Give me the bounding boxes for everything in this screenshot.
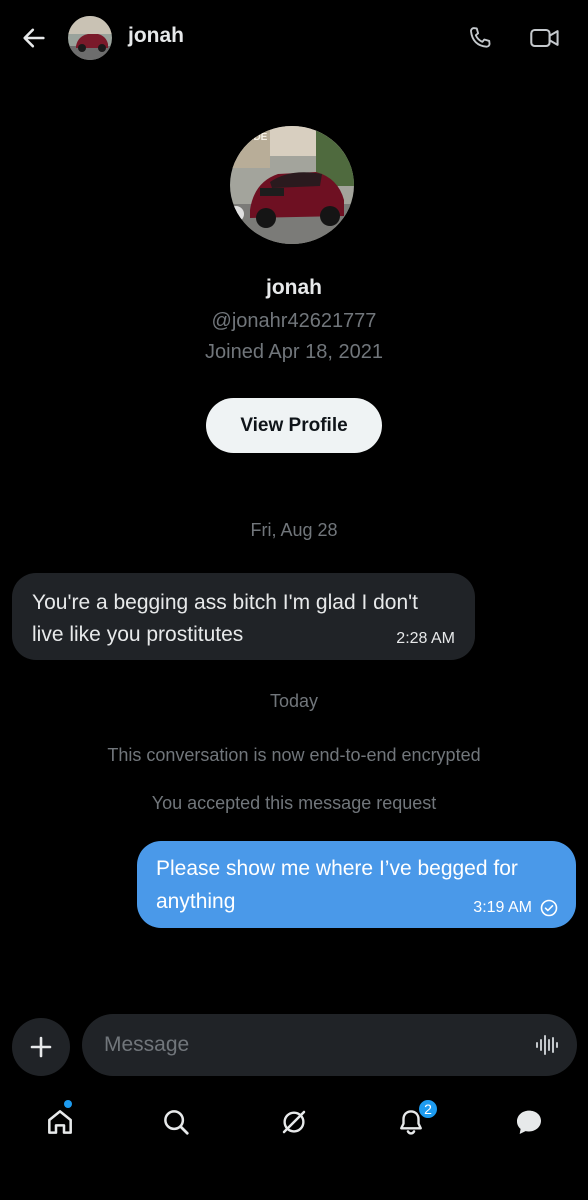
nav-grok[interactable] [272,1100,316,1144]
request-accepted-notice: You accepted this message request [151,793,437,813]
grok-icon [282,1110,306,1134]
date-separator: Today [269,691,319,711]
profile-avatar[interactable]: SIDE [230,126,354,244]
voice-waveform-icon [536,1035,558,1055]
view-profile-button[interactable]: View Profile [206,398,382,453]
nav-messages[interactable] [507,1100,551,1144]
nav-search[interactable] [154,1100,198,1144]
car-avatar-image [68,16,112,60]
encryption-notice: This conversation is now end-to-end encr… [107,745,481,765]
incoming-message[interactable]: You're a begging ass bitch I'm glad I do… [12,573,475,660]
home-unread-dot [64,1100,72,1108]
bottom-navigation [0,1086,588,1156]
profile-name: jonah [266,276,322,299]
notifications-badge: 2 [417,1098,439,1120]
system-navigation-area [0,1160,588,1200]
message-composer [82,1014,577,1076]
outgoing-message[interactable]: Please show me where I’ve begged for any… [137,841,576,928]
voice-message-button[interactable] [533,1031,561,1059]
add-attachment-button[interactable] [12,1018,70,1076]
messages-icon [517,1110,541,1134]
profile-handle: @jonahr42621777 [211,310,377,332]
video-camera-icon [530,28,559,48]
back-button[interactable] [18,22,50,54]
read-check-icon [540,899,558,917]
home-icon [48,1110,72,1134]
car-avatar-image: SIDE [230,126,354,244]
message-meta: 3:19 AM [473,899,558,917]
conversation-header: jonah [0,0,588,76]
profile-joined-date: Joined Apr 18, 2021 [205,341,383,363]
search-icon [164,1110,189,1135]
date-separator: Fri, Aug 28 [250,520,338,540]
video-call-button[interactable] [526,22,564,54]
plus-icon [30,1036,52,1058]
phone-icon [470,27,491,48]
nav-home[interactable] [38,1100,82,1144]
call-button[interactable] [464,22,496,54]
message-time: 2:28 AM [396,630,455,647]
header-title[interactable]: jonah [128,24,184,48]
dm-conversation-screen: jonah SIDE jonah @jonahr42621777 Joined … [0,0,588,1200]
header-avatar[interactable] [68,16,112,60]
message-time: 3:19 AM [473,899,532,916]
back-arrow-icon [23,28,45,48]
message-input[interactable] [104,1014,524,1076]
sign-text: SIDE [244,132,268,143]
message-text: You're a begging ass bitch I'm glad I do… [32,591,419,646]
